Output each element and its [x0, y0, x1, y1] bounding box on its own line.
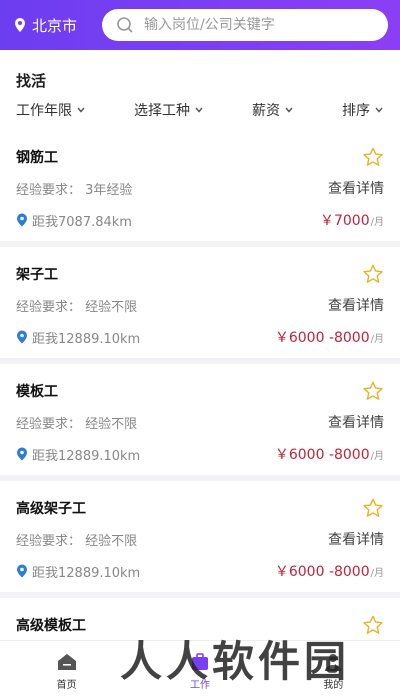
list-header: 找活 工作年限 选择工种 薪资 排序	[0, 50, 400, 130]
job-card[interactable]: 钢筋工 经验要求： 3年经验 查看详情 距我7087.84km ￥7000/月	[0, 130, 400, 241]
chevron-down-icon	[375, 107, 383, 113]
star-icon[interactable]	[362, 263, 384, 285]
job-title: 钢筋工	[16, 150, 58, 166]
location-pin-icon	[17, 330, 27, 344]
page-title: 找活	[16, 72, 47, 90]
main-content: 找活 工作年限 选择工种 薪资 排序 钢筋工 经验要求： 3年经验 查看详情 距…	[0, 50, 400, 640]
job-card[interactable]: 架子工 经验要求： 经验不限 查看详情 距我12889.10km ￥6000 -…	[0, 247, 400, 358]
watermark: 人人软件园	[120, 637, 351, 686]
search-icon	[117, 17, 133, 33]
experience-requirement: 经验要求： 3年经验	[16, 182, 133, 198]
filter-bar: 工作年限 选择工种 薪资 排序	[16, 100, 384, 120]
tab-home-label: 首页	[56, 679, 77, 691]
filter-salary[interactable]: 薪资	[252, 100, 294, 120]
salary: ￥7000/月	[319, 213, 384, 229]
job-title: 高级架子工	[16, 501, 86, 517]
salary: ￥6000 -8000/月	[274, 564, 384, 580]
view-details-link[interactable]: 查看详情	[328, 412, 384, 432]
chevron-down-icon	[77, 107, 85, 113]
tab-home[interactable]: 首页	[27, 651, 107, 691]
search-box[interactable]	[102, 9, 388, 41]
chevron-down-icon	[195, 107, 203, 113]
distance-text: 距我12889.10km	[32, 331, 141, 347]
distance-info: 距我12889.10km	[16, 562, 140, 581]
job-title: 高级模板工	[16, 618, 86, 634]
top-bar: 北京市	[0, 0, 400, 50]
view-details-link[interactable]: 查看详情	[328, 529, 384, 549]
distance-info: 距我12889.10km	[16, 328, 140, 347]
experience-requirement: 经验要求： 经验不限	[16, 533, 138, 549]
distance-info: 距我12889.10km	[16, 445, 140, 464]
star-icon[interactable]	[362, 497, 384, 519]
job-title: 架子工	[16, 267, 58, 283]
location-pin-icon	[17, 447, 27, 461]
salary: ￥6000 -8000/月	[274, 447, 384, 463]
view-details-link[interactable]: 查看详情	[328, 295, 384, 315]
job-title: 模板工	[16, 384, 58, 400]
star-icon[interactable]	[362, 380, 384, 402]
star-icon[interactable]	[362, 614, 384, 636]
experience-requirement: 经验要求： 经验不限	[16, 299, 138, 315]
view-details-link[interactable]: 查看详情	[328, 178, 384, 198]
city-label: 北京市	[32, 16, 78, 35]
location-pin-icon	[15, 18, 25, 32]
chevron-down-icon	[285, 107, 293, 113]
home-icon	[57, 653, 76, 670]
job-card[interactable]: 高级架子工 经验要求： 经验不限 查看详情 距我12889.10km ￥6000…	[0, 481, 400, 592]
filter-trade[interactable]: 选择工种	[134, 100, 204, 120]
distance-text: 距我12889.10km	[32, 448, 141, 464]
star-icon[interactable]	[362, 146, 384, 168]
job-card[interactable]: 模板工 经验要求： 经验不限 查看详情 距我12889.10km ￥6000 -…	[0, 364, 400, 475]
distance-text: 距我12889.10km	[32, 565, 141, 581]
experience-requirement: 经验要求： 经验不限	[16, 416, 138, 432]
location-pin-icon	[17, 564, 27, 578]
search-input[interactable]	[144, 17, 364, 33]
filter-sort[interactable]: 排序	[342, 100, 384, 120]
filter-experience[interactable]: 工作年限	[16, 100, 86, 120]
salary: ￥6000 -8000/月	[274, 330, 384, 346]
location-pin-icon	[17, 213, 27, 227]
distance-info: 距我7087.84km	[16, 211, 132, 230]
distance-text: 距我7087.84km	[32, 214, 132, 230]
city-selector[interactable]: 北京市	[12, 15, 102, 36]
